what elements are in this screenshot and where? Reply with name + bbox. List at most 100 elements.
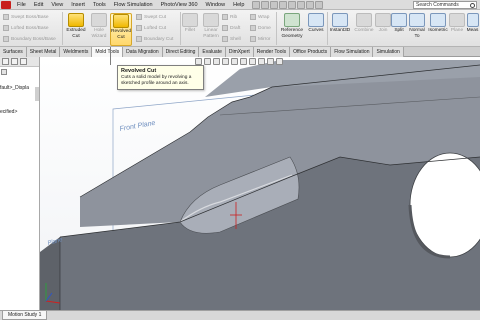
menu-tools[interactable]: Tools [89,0,110,10]
feature-manager-panel: fault>_Displa ecified> [0,57,40,310]
tab-simulation[interactable]: Simulation [373,47,404,57]
search-icon[interactable] [470,3,475,8]
search-box[interactable]: Search Commands [413,1,477,9]
rib-button[interactable]: Rib [222,13,237,21]
tab-weldments[interactable]: Weldments [60,47,93,57]
tab-evaluate[interactable]: Evaluate [199,47,226,57]
tab-dimxpert[interactable]: DimXpert [225,47,254,57]
save-icon[interactable] [270,0,279,9]
revolved-cut-button[interactable]: Revolved Cut [110,13,132,46]
lofted-cut-button[interactable]: Lofted Cut [136,24,166,32]
dome-icon [250,25,256,31]
tab-data-migration[interactable]: Data Migration [123,47,163,57]
boundary-cut-button[interactable]: Boundary Cut [136,35,173,43]
display-style-icon[interactable] [240,58,247,65]
wrap-button[interactable]: Wrap [250,13,269,21]
linear-pattern-button[interactable]: Linear Pattern [200,13,222,39]
tab-mold-tools[interactable]: Mold Tools [92,47,124,57]
open-icon[interactable] [261,0,270,9]
fillet-icon [182,13,198,27]
select-icon[interactable] [297,0,306,9]
property-manager-tab-icon[interactable] [11,58,18,65]
lofted-boss-button[interactable]: Lofted Boss/Base [3,24,49,32]
filter-icon[interactable] [1,69,7,75]
search-input[interactable]: Search Commands [414,2,459,8]
scene-icon[interactable] [267,58,274,65]
hide-show-icon[interactable] [249,58,256,65]
solidworks-logo[interactable] [1,0,11,9]
mirror-button[interactable]: Mirror [250,35,271,43]
tab-render-tools[interactable]: Render Tools [253,47,291,57]
isometric-button[interactable]: Isometric [427,13,449,34]
tab-direct-editing[interactable]: Direct Editing [162,47,200,57]
tree-item-display-state[interactable]: fault>_Displa [0,85,29,91]
panel-tabs [0,57,39,67]
undo-icon[interactable] [288,0,297,9]
menu-file[interactable]: File [13,0,30,10]
normal-to-button[interactable]: Normal To [407,13,427,39]
boundary-boss-button[interactable]: Boundary Boss/Base [3,35,56,43]
mirror-label: Mirror [258,36,271,42]
split-button[interactable]: Split [391,13,407,34]
menu-bar: File Edit View Insert Tools Flow Simulat… [0,0,480,10]
menu-window[interactable]: Window [202,0,230,10]
tab-sheet-metal[interactable]: Sheet Metal [26,47,61,57]
previous-view-icon[interactable] [213,58,220,65]
swept-boss-label: Swept Boss/Base [11,14,49,20]
draft-button[interactable]: Draft [222,24,240,32]
menu-view[interactable]: View [47,0,67,10]
section-view-icon[interactable] [222,58,229,65]
combine-button[interactable]: Combine [353,13,375,34]
wrap-icon [250,14,256,20]
fillet-button[interactable]: Fillet [180,13,200,34]
instant3d-button[interactable]: Instant3D [328,13,352,34]
ribbon-separator [276,12,277,45]
graphics-area[interactable]: Front Plane Plane [40,57,480,310]
measure-icon [466,13,479,27]
reference-geometry-label: Reference Geometry [280,28,304,39]
command-tabs: Surfaces Sheet Metal Weldments Mold Tool… [0,47,480,57]
panel-collapse-handle[interactable] [35,87,39,101]
tab-office-products[interactable]: Office Products [290,47,332,57]
options-icon[interactable] [315,0,324,9]
dome-button[interactable]: Dome [250,24,271,32]
print-icon[interactable] [279,0,288,9]
shell-label: Shell [230,36,241,42]
zoom-to-fit-icon[interactable] [195,58,202,65]
swept-boss-button[interactable]: Swept Boss/Base [3,13,49,21]
shell-button[interactable]: Shell [222,35,241,43]
tree-item-material[interactable]: ecified> [0,109,17,115]
heads-up-view-toolbar [195,58,283,65]
join-button[interactable]: Join [375,13,391,34]
menu-edit[interactable]: Edit [30,0,47,10]
tab-flow-simulation[interactable]: Flow Simulation [331,47,374,57]
new-document-icon[interactable] [252,0,261,9]
curves-button[interactable]: Curves [306,13,326,34]
tab-motion-study[interactable]: Motion Study 1 [2,311,48,320]
extruded-cut-button[interactable]: Extruded Cut [65,13,87,39]
menu-flow-simulation[interactable]: Flow Simulation [110,0,157,10]
rib-icon [222,14,228,20]
menu-help[interactable]: Help [229,0,248,10]
rebuild-icon[interactable] [306,0,315,9]
zoom-area-icon[interactable] [204,58,211,65]
extruded-cut-label: Extruded Cut [66,28,86,39]
view-settings-icon[interactable] [276,58,283,65]
measure-button[interactable]: Meas [465,13,480,34]
tab-surfaces[interactable]: Surfaces [0,47,27,57]
swept-cut-button[interactable]: Swept Cut [136,13,166,21]
view-orientation-icon[interactable] [231,58,238,65]
draft-icon [222,25,228,31]
instant3d-icon [332,13,348,27]
configuration-manager-tab-icon[interactable] [20,58,27,65]
reference-geometry-button[interactable]: Reference Geometry [278,13,306,39]
hole-wizard-button[interactable]: Hole Wizard [88,13,110,39]
plane-button[interactable]: Plane [449,13,465,34]
menu-insert[interactable]: Insert [67,0,89,10]
instant3d-label: Instant3D [329,28,351,33]
menu-photoview[interactable]: PhotoView 360 [157,0,202,10]
appearance-icon[interactable] [258,58,265,65]
join-label: Join [378,28,388,33]
fillet-label: Fillet [184,28,196,33]
feature-manager-tab-icon[interactable] [2,58,9,65]
